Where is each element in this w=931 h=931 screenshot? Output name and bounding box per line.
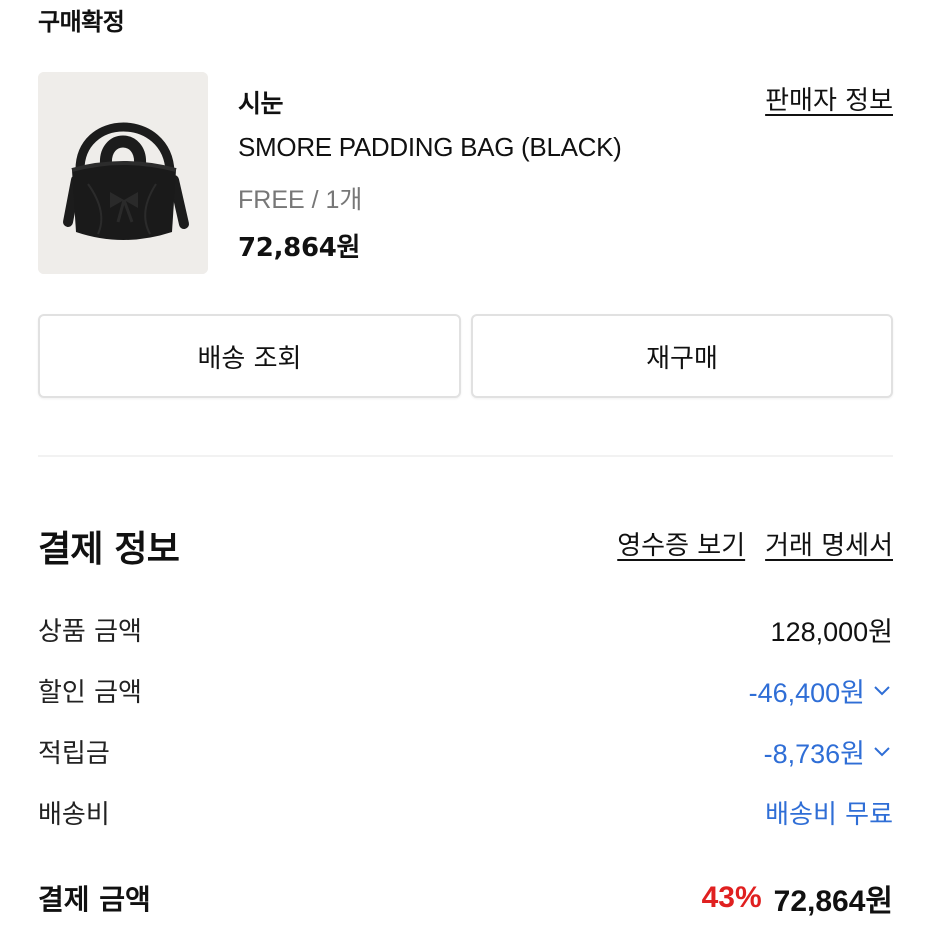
payment-links: 영수증 보기 거래 명세서 — [617, 525, 893, 562]
product-name[interactable]: SMORE PADDING BAG (BLACK) — [238, 132, 622, 163]
payment-row-points[interactable]: 적립금 -8,736원 — [38, 731, 893, 771]
bag-image-icon — [38, 72, 208, 274]
receipt-link[interactable]: 영수증 보기 — [617, 525, 745, 562]
payment-info-title: 결제 정보 — [38, 529, 180, 570]
track-shipping-button[interactable]: 배송 조회 — [38, 314, 461, 398]
total-value: 43% 72,864원 — [702, 876, 893, 920]
row-label: 할인 금액 — [38, 677, 142, 708]
chevron-down-icon — [874, 686, 890, 696]
row-label: 상품 금액 — [38, 616, 142, 647]
row-value: -8,736원 — [763, 738, 865, 769]
order-status-title: 구매확정 — [38, 8, 125, 36]
product-price: 72,864원 — [238, 233, 361, 263]
total-amount: 72,864원 — [773, 885, 893, 918]
free-shipping-text: 배송비 무료 — [765, 799, 893, 830]
points-toggle[interactable]: -8,736원 — [764, 732, 893, 771]
product-brand[interactable]: 시눈 — [238, 84, 284, 120]
row-label: 배송비 — [38, 799, 110, 830]
transaction-statement-link[interactable]: 거래 명세서 — [765, 525, 893, 562]
row-value: -46,400원 — [748, 677, 865, 708]
total-label: 결제 금액 — [38, 883, 151, 916]
seller-info-link[interactable]: 판매자 정보 — [765, 80, 893, 117]
discount-toggle[interactable]: -46,400원 — [749, 671, 893, 710]
product-option: FREE / 1개 — [238, 186, 363, 214]
payment-row-shipping: 배송비 배송비 무료 — [38, 792, 893, 832]
row-label: 적립금 — [38, 738, 110, 769]
section-divider — [38, 455, 893, 457]
product-image[interactable] — [38, 72, 208, 274]
discount-percent: 43% — [701, 881, 762, 914]
payment-row-product-amount: 상품 금액 128,000원 — [38, 609, 893, 649]
payment-row-discount[interactable]: 할인 금액 -46,400원 — [38, 670, 893, 710]
payment-total-row: 결제 금액 43% 72,864원 — [38, 878, 893, 918]
row-value: 128,000원 — [770, 616, 893, 647]
chevron-down-icon — [874, 747, 890, 757]
rebuy-button[interactable]: 재구매 — [471, 314, 893, 398]
